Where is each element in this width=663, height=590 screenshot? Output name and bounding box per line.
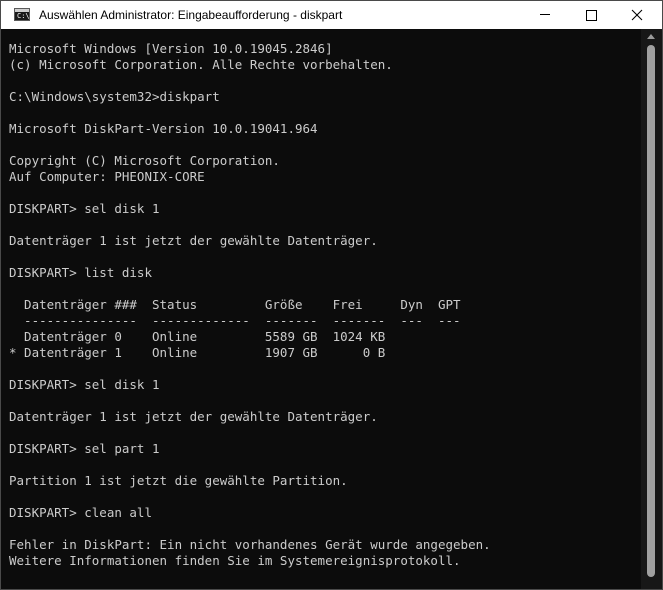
console-line: DISKPART> list disk [9, 265, 152, 280]
console-line: Auf Computer: PHEONIX-CORE [9, 169, 205, 184]
console-line: Weitere Informationen finden Sie im Syst… [9, 553, 461, 568]
title-bar[interactable]: C:\ Auswählen Administrator: Eingabeauff… [1, 1, 662, 29]
console-line: DISKPART> clean all [9, 505, 152, 520]
console-output[interactable]: Microsoft Windows [Version 10.0.19045.28… [9, 41, 639, 589]
maximize-button[interactable] [568, 1, 614, 29]
maximize-icon [586, 10, 597, 21]
close-button[interactable] [614, 1, 660, 29]
console-line: DISKPART> sel disk 1 [9, 377, 160, 392]
scroll-up-arrow-icon[interactable] [647, 34, 655, 39]
console-line: Datenträger ### Status Größe Frei Dyn GP… [9, 297, 461, 312]
console-line: * Datenträger 1 Online 1907 GB 0 B [9, 345, 386, 360]
window-title: Auswählen Administrator: Eingabeaufforde… [39, 8, 343, 22]
console-line: Copyright (C) Microsoft Corporation. [9, 153, 280, 168]
console-line: Datenträger 0 Online 5589 GB 1024 KB [9, 329, 386, 344]
console-line: (c) Microsoft Corporation. Alle Rechte v… [9, 57, 393, 72]
console-line: Datenträger 1 ist jetzt der gewählte Dat… [9, 409, 378, 424]
cmd-icon[interactable]: C:\ [14, 8, 30, 21]
console-line: C:\Windows\system32>diskpart [9, 89, 220, 104]
console-line: Partition 1 ist jetzt die gewählte Parti… [9, 473, 348, 488]
console-line: Microsoft DiskPart-Version 10.0.19041.96… [9, 121, 318, 136]
minimize-icon [540, 14, 550, 15]
console-line: DISKPART> sel part 1 [9, 441, 160, 456]
console-line: Datenträger 1 ist jetzt der gewählte Dat… [9, 233, 378, 248]
console-line: Microsoft Windows [Version 10.0.19045.28… [9, 41, 333, 56]
console-line: DISKPART> sel disk 1 [9, 201, 160, 216]
vertical-scrollbar[interactable] [641, 29, 662, 589]
console-line: Fehler in DiskPart: Ein nicht vorhandene… [9, 537, 491, 552]
close-icon [631, 9, 643, 21]
scroll-thumb[interactable] [647, 45, 655, 577]
command-prompt-window[interactable]: C:\ Auswählen Administrator: Eingabeauff… [0, 0, 663, 590]
console-line: --------------- ------------- ------- --… [9, 313, 461, 328]
minimize-button[interactable] [522, 1, 568, 29]
